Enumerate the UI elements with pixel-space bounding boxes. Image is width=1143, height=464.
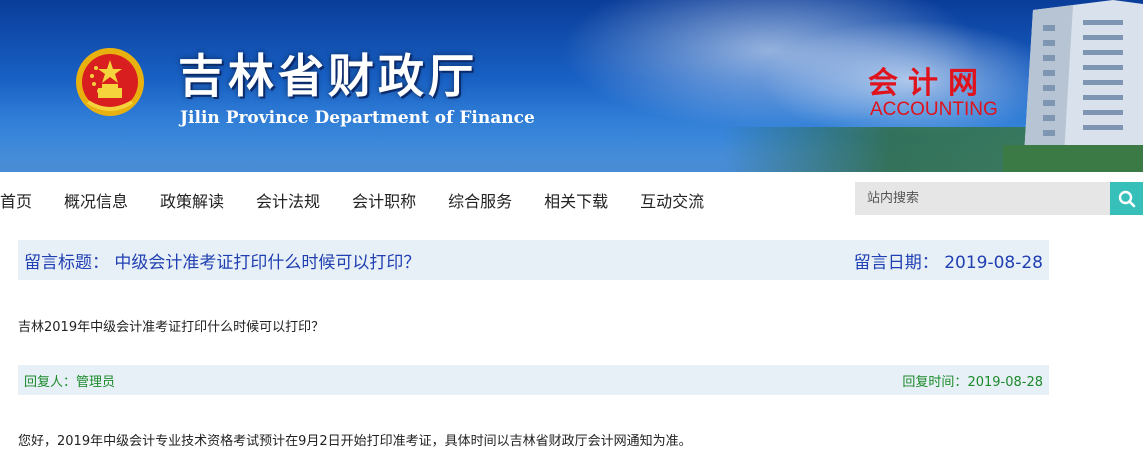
message-body: 吉林2019年中级会计准考证打印什么时候可以打印？ bbox=[18, 320, 325, 335]
search-button[interactable] bbox=[1110, 182, 1143, 215]
search-icon bbox=[1118, 190, 1135, 207]
header-banner: 吉林省财政厅 Jilin Province Department of Fina… bbox=[0, 0, 1143, 172]
nav-list: 首页 概况信息 政策解读 会计法规 会计职称 综合服务 相关下载 互动交流 bbox=[0, 172, 736, 228]
replier-label: 回复人： bbox=[24, 374, 77, 390]
message-date: 2019-08-28 bbox=[944, 252, 1043, 273]
site-title-en: Jilin Province Department of Finance bbox=[180, 108, 535, 128]
site-title-cn: 吉林省财政厅 bbox=[178, 49, 478, 103]
national-emblem-icon bbox=[76, 48, 144, 116]
reply-header: 回复人：管理员 回复时间：2019-08-28 bbox=[18, 365, 1049, 395]
message-header: 留言标题： 中级会计准考证打印什么时候可以打印？ 留言日期： 2019-08-2… bbox=[18, 240, 1049, 280]
site-section-name-en: ACCOUNTING bbox=[870, 99, 998, 120]
site-section-name: 会计网 bbox=[868, 66, 988, 101]
nav-item-regulations[interactable]: 会计法规 bbox=[256, 188, 320, 212]
search-input[interactable] bbox=[855, 182, 1110, 215]
reply-time-line: 回复时间：2019-08-28 bbox=[902, 371, 1043, 390]
message-date-label: 留言日期： bbox=[853, 252, 939, 273]
message-date-line: 留言日期： 2019-08-28 bbox=[854, 248, 1043, 273]
nav-item-interaction[interactable]: 互动交流 bbox=[640, 188, 704, 212]
reply-body: 您好，2019年中级会计专业技术资格考试预计在9月2日开始打印准考证，具体时间以… bbox=[18, 434, 692, 449]
replier-line: 回复人：管理员 bbox=[24, 371, 115, 390]
nav-item-downloads[interactable]: 相关下载 bbox=[544, 188, 608, 212]
message-title-line: 留言标题： 中级会计准考证打印什么时候可以打印？ bbox=[24, 248, 420, 273]
replier-name: 管理员 bbox=[76, 374, 116, 390]
nav-item-titles[interactable]: 会计职称 bbox=[352, 188, 416, 212]
nav-item-home[interactable]: 首页 bbox=[0, 188, 32, 212]
reply-time-label: 回复时间： bbox=[902, 374, 968, 390]
reply-time: 2019-08-28 bbox=[967, 374, 1043, 390]
building-image bbox=[1003, 0, 1143, 172]
search-box bbox=[855, 182, 1143, 215]
nav-item-services[interactable]: 综合服务 bbox=[448, 188, 512, 212]
message-detail: 留言标题： 中级会计准考证打印什么时候可以打印？ 留言日期： 2019-08-2… bbox=[18, 240, 1049, 449]
message-title-label: 留言标题： bbox=[24, 252, 109, 273]
nav-item-policy[interactable]: 政策解读 bbox=[160, 188, 224, 212]
nav-item-overview[interactable]: 概况信息 bbox=[64, 188, 128, 212]
message-title: 中级会计准考证打印什么时候可以打印？ bbox=[114, 252, 421, 273]
